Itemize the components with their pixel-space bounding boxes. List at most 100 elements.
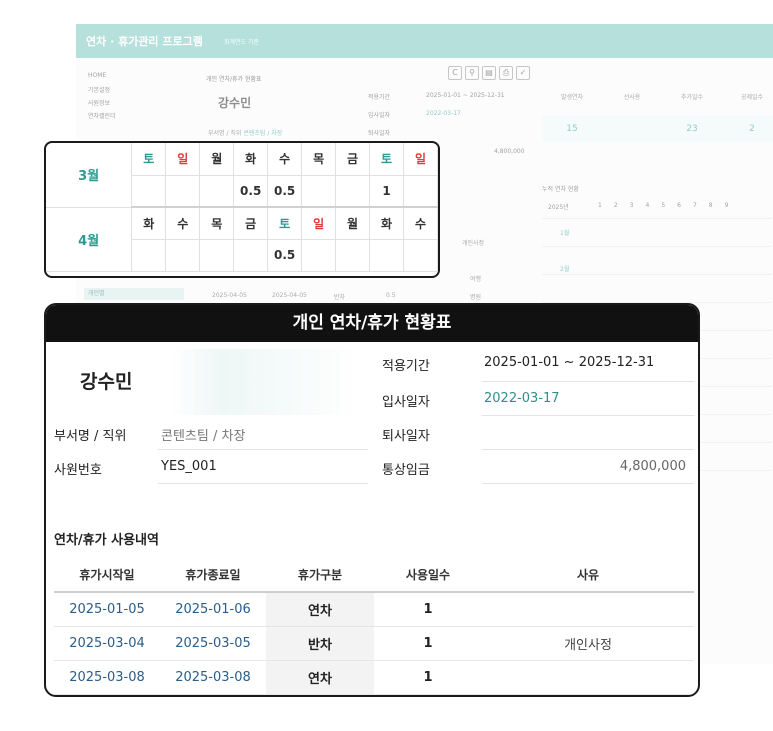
reason-cell: [482, 660, 694, 695]
calendar-weekday-cell: 금: [335, 143, 371, 176]
calendar-usage-cell[interactable]: [165, 175, 201, 208]
bg-cumulative-label: 누적 연차 현황: [542, 186, 579, 193]
bg-stats-header: 발생연차 선사용 추가일수 공제일수: [542, 92, 773, 101]
bg-resign-label: 퇴사일자: [368, 130, 391, 137]
bg-month-label: 1월: [560, 230, 570, 237]
calendar-weekday-cell: 일: [403, 143, 438, 176]
leave-type-cell: 반차: [266, 626, 374, 661]
calendar-usage-cell[interactable]: [199, 175, 235, 208]
resign-date-label: 퇴사일자: [382, 429, 430, 444]
bg-wage-value: 4,800,000: [494, 148, 525, 155]
stat-label: 선사용: [623, 94, 641, 101]
calendar-usage-cell[interactable]: 1: [369, 175, 404, 208]
calendar-weekday-cell: 화: [369, 207, 404, 240]
bg-month-label: 2월: [560, 266, 570, 273]
calendar-zoom-card: 3월 토 일 월 화 수 목 금 토 일 0.5 0.5 1 4월 화 수 목 금 토 일 월 화 수 0.5: [44, 141, 440, 278]
calendar-usage-cell[interactable]: [403, 175, 438, 208]
sidebar-item-calendar[interactable]: 연차캘린더: [88, 111, 184, 124]
days-cell: 1: [374, 660, 482, 695]
sidebar-nav: HOME 기본설정 사원정보 연차캘린더 개인별: [84, 72, 184, 300]
calendar-usage-cell[interactable]: [165, 239, 201, 272]
bg-period-value: 2025-01-01 ~ 2025-12-31: [426, 92, 505, 99]
calendar-usage-cell[interactable]: [403, 239, 438, 272]
calendar-usage-cell[interactable]: [199, 239, 235, 272]
bg-row-start: 2025-04-05: [212, 292, 247, 299]
calendar-usage-cell[interactable]: 0.5: [267, 175, 303, 208]
base-wage-label: 통상임금: [382, 463, 430, 478]
bg-dept-label: 부서명 / 직위 콘텐츠팀 / 차장: [208, 128, 282, 137]
sidebar-item-settings[interactable]: 기본설정: [88, 85, 184, 98]
calendar-usage-cell[interactable]: [301, 239, 337, 272]
calendar-weekday-cell: 수: [403, 207, 438, 240]
sidebar-item-home[interactable]: HOME: [88, 72, 184, 85]
calendar-usage-cell[interactable]: 0.5: [267, 239, 303, 272]
table-row[interactable]: 2025-01-05 2025-01-06 연차 1: [54, 592, 694, 627]
dept-position-value: 콘텐츠팀 / 차장: [161, 429, 246, 444]
check-icon[interactable]: ✓: [516, 66, 530, 80]
bg-period-label: 적용기간: [368, 94, 391, 101]
card-title: 개인 연차/휴가 현황표: [46, 305, 698, 342]
end-date-cell: 2025-03-05: [160, 626, 266, 661]
period-label: 적용기간: [382, 359, 430, 374]
calendar-usage-cell[interactable]: [301, 175, 337, 208]
start-date-cell: 2025-01-05: [54, 592, 160, 627]
sidebar-item-employees[interactable]: 사원정보: [88, 98, 184, 111]
calendar-weekday-cell: 일: [301, 207, 337, 240]
calendar-month-label: 3월: [46, 143, 133, 208]
stat-label: 발생연차: [560, 94, 584, 101]
leave-usage-table: 휴가시작일 휴가종료일 휴가구분 사용일수 사유 2025-01-05 2025…: [54, 558, 694, 695]
calendar-usage-cell[interactable]: [335, 239, 371, 272]
calendar-weekday-cell: 목: [199, 207, 235, 240]
dept-position-label: 부서명 / 직위: [54, 429, 127, 444]
calendar-weekday-row: 4월 화 수 목 금 토 일 월 화 수: [46, 207, 438, 272]
bg-row-reason: 병원: [470, 294, 482, 301]
calendar-weekday-cell: 토: [267, 207, 303, 240]
col-reason: 사유: [482, 558, 694, 593]
calendar-weekday-cell: 월: [199, 143, 235, 176]
stat-label: 공제일수: [740, 94, 764, 101]
print-preview-icon[interactable]: ▤: [482, 66, 496, 80]
sidebar-item-individual[interactable]: 개인별: [84, 288, 184, 300]
employee-no-value: YES_001: [161, 459, 217, 474]
calendar-month-label: 4월: [46, 207, 133, 272]
bg-reason-text: 여행: [470, 276, 482, 283]
calendar-weekday-cell: 월: [335, 207, 371, 240]
bg-employee-name: 강수민: [218, 96, 252, 110]
app-title: 연차 · 휴가관리 프로그램: [86, 35, 203, 48]
col-end-date: 휴가종료일: [160, 558, 266, 593]
print-icon[interactable]: ⎙: [499, 66, 513, 80]
leave-type-cell: 연차: [266, 592, 374, 627]
calendar-weekday-row: 3월 토 일 월 화 수 목 금 토 일: [46, 143, 438, 208]
col-start-date: 휴가시작일: [54, 558, 160, 593]
table-row[interactable]: 2025-03-04 2025-03-05 반차 1 개인사정: [54, 626, 694, 661]
search-icon[interactable]: ⚲: [465, 66, 479, 80]
bg-page-heading: 개인 연차/휴가 현황표: [206, 76, 262, 83]
bg-hire-value: 2022-03-17: [426, 110, 461, 117]
stat-value: [602, 116, 662, 142]
usage-section-title: 연차/휴가 사용내역: [54, 533, 159, 548]
calendar-weekday-cell: 일: [165, 143, 201, 176]
calendar-usage-cell[interactable]: [131, 175, 167, 208]
refresh-icon[interactable]: C: [448, 66, 462, 80]
calendar-usage-cell[interactable]: [369, 239, 404, 272]
reason-cell: [482, 592, 694, 627]
calendar-usage-cell[interactable]: [335, 175, 371, 208]
bg-row-days: 0.5: [386, 292, 396, 299]
base-wage-value: 4,800,000: [619, 459, 686, 474]
hire-date-value: 2022-03-17: [484, 391, 560, 406]
employee-name: 강수민: [80, 371, 133, 393]
bg-stats-values: 15 23 2: [542, 116, 773, 142]
bg-hire-label: 입사일자: [368, 112, 391, 119]
start-date-cell: 2025-03-08: [54, 660, 160, 695]
start-date-cell: 2025-03-04: [54, 626, 160, 661]
calendar-usage-cell[interactable]: [233, 239, 269, 272]
calendar-weekday-cell: 수: [267, 143, 303, 176]
calendar-usage-cell[interactable]: [131, 239, 167, 272]
bg-row-kind: 반차: [334, 294, 346, 301]
end-date-cell: 2025-01-06: [160, 592, 266, 627]
calendar-weekday-cell: 토: [369, 143, 404, 176]
bg-dept-label-text: 부서명 / 직위: [208, 130, 242, 137]
calendar-usage-cell[interactable]: 0.5: [233, 175, 269, 208]
calendar-weekday-cell: 화: [233, 143, 269, 176]
table-row[interactable]: 2025-03-08 2025-03-08 연차 1: [54, 660, 694, 695]
